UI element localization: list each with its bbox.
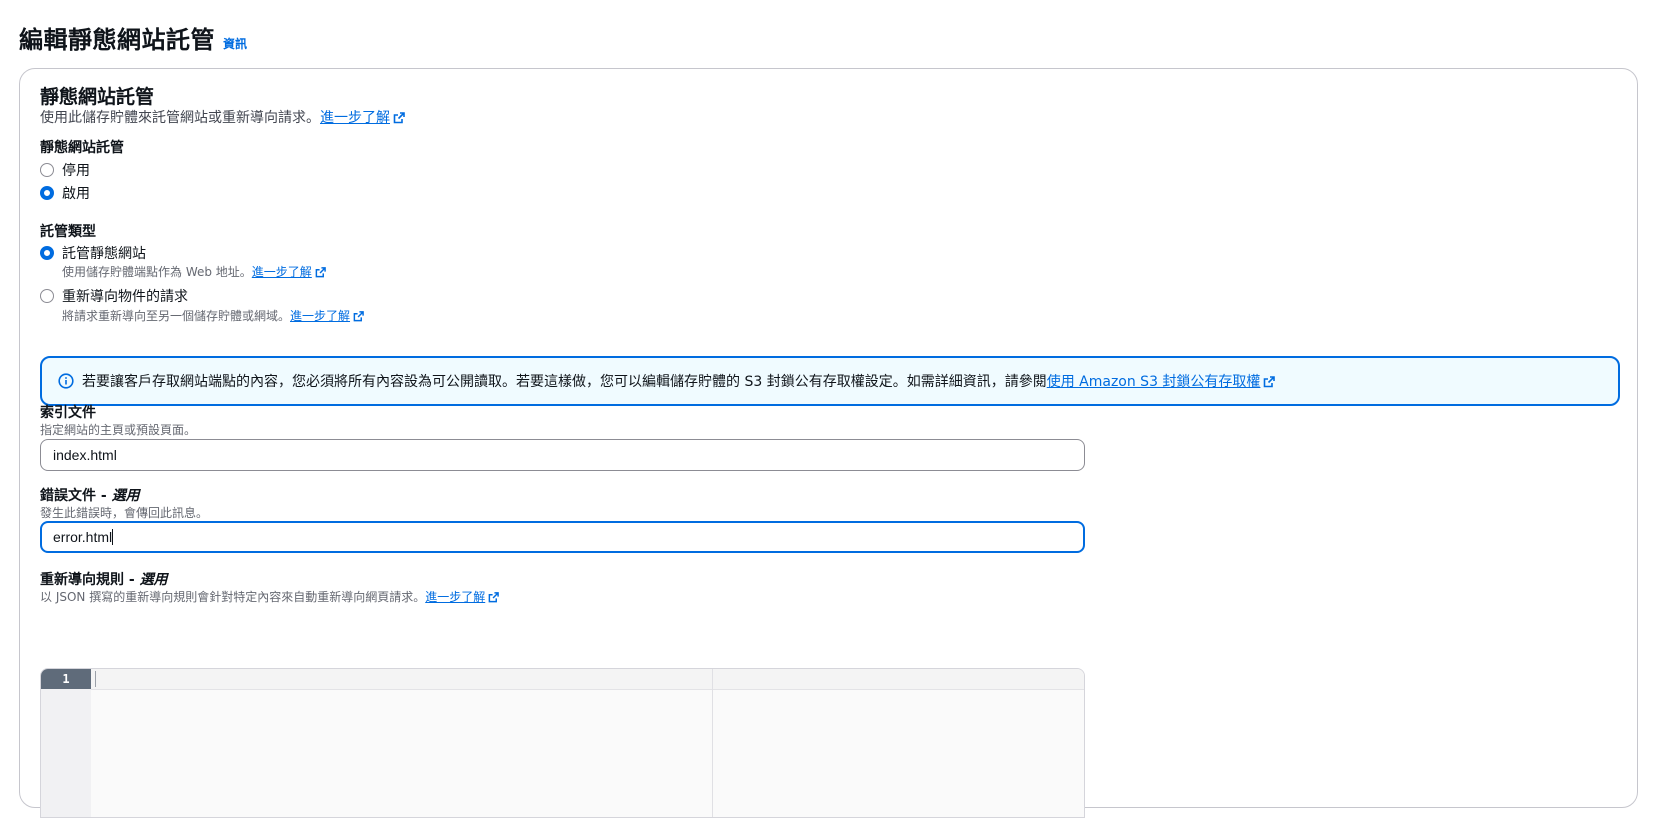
redirect-rules-label: 重新導向規則 - 選用: [40, 572, 168, 588]
editor-print-margin: [712, 669, 713, 817]
radio-redirect[interactable]: 重新導向物件的請求: [40, 286, 188, 306]
host-static-learn-more-label: 進一步了解: [251, 265, 312, 279]
info-circle-icon: [58, 373, 74, 389]
public-access-alert: 若要讓客戶存取網站端點的內容，您必須將所有內容設為可公開讀取。若要這樣做，您可以…: [40, 356, 1620, 406]
external-link-icon: [1264, 376, 1276, 388]
redirect-rules-learn-more-link[interactable]: 進一步了解: [425, 590, 500, 604]
error-document-description: 發生此錯誤時，會傳回此訊息。: [40, 506, 209, 520]
external-link-icon: [488, 592, 500, 603]
block-public-access-label: 使用 Amazon S3 封鎖公有存取權: [1046, 374, 1261, 390]
redirect-rules-description: 以 JSON 撰寫的重新導向規則會針對特定內容來自動重新導向網頁請求。進一步了解: [40, 588, 500, 605]
radio-enable-control[interactable]: [40, 186, 54, 200]
radio-enable-label: 啟用: [62, 186, 90, 202]
hosting-type-label: 託管類型: [40, 224, 96, 240]
host-static-description: 使用儲存貯體端點作為 Web 地址。進一步了解: [62, 263, 326, 280]
section-title: 靜態網站託管: [40, 86, 155, 108]
redirect-rules-description-text: 以 JSON 撰寫的重新導向規則會針對特定內容來自動重新導向網頁請求。: [40, 590, 426, 604]
text-caret: [112, 529, 114, 545]
redirect-learn-more-label: 進一步了解: [290, 309, 351, 323]
host-static-learn-more-link[interactable]: 進一步了解: [252, 265, 326, 279]
page-header: 編輯靜態網站託管 資訊: [19, 20, 247, 55]
radio-redirect-control[interactable]: [40, 289, 54, 303]
index-document-value: index.html: [53, 447, 117, 463]
radio-disable-control[interactable]: [40, 163, 54, 177]
error-document-label-text: 錯誤文件: [40, 488, 96, 504]
radio-host-static-label: 託管靜態網站: [62, 246, 146, 262]
error-document-label: 錯誤文件 - 選用: [40, 488, 140, 504]
learn-more-link[interactable]: 進一步了解: [320, 110, 405, 126]
section-description: 使用此儲存貯體來託管網站或重新導向請求。進一步了解: [40, 107, 405, 127]
info-link[interactable]: 資訊: [223, 35, 247, 52]
block-public-access-link[interactable]: 使用 Amazon S3 封鎖公有存取權: [1047, 371, 1276, 391]
editor-cursor: [95, 671, 96, 687]
radio-redirect-label: 重新導向物件的請求: [62, 289, 188, 305]
learn-more-label: 進一步了解: [320, 110, 390, 126]
index-document-label: 索引文件: [40, 405, 96, 421]
section-description-text: 使用此儲存貯體來託管網站或重新導向請求。: [40, 110, 320, 126]
error-document-optional: 選用: [111, 488, 140, 504]
redirect-learn-more-link[interactable]: 進一步了解: [290, 309, 364, 323]
radio-disable-label: 停用: [62, 163, 90, 179]
radio-disable[interactable]: 停用: [40, 160, 90, 180]
alert-text: 若要讓客戶存取網站端點的內容，您必須將所有內容設為可公開讀取。若要這樣做，您可以…: [82, 374, 1047, 390]
error-document-input[interactable]: error.html: [40, 521, 1085, 553]
index-document-description: 指定網站的主頁或預設頁面。: [40, 423, 197, 437]
external-link-icon: [393, 112, 405, 124]
error-document-value: error.html: [53, 529, 113, 545]
external-link-icon: [315, 267, 326, 278]
host-static-description-text: 使用儲存貯體端點作為 Web 地址。: [62, 265, 252, 279]
redirect-rules-optional: 選用: [139, 572, 168, 588]
hosting-label: 靜態網站託管: [40, 140, 124, 156]
redirect-rules-code-editor[interactable]: 1: [40, 668, 1085, 818]
editor-gutter: [41, 669, 91, 817]
radio-host-static[interactable]: 託管靜態網站: [40, 243, 146, 263]
static-hosting-container: 靜態網站託管 使用此儲存貯體來託管網站或重新導向請求。進一步了解 靜態網站託管 …: [19, 68, 1638, 818]
line-number: 1: [41, 669, 91, 689]
index-document-input[interactable]: index.html: [40, 439, 1085, 471]
redirect-rules-label-text: 重新導向規則: [40, 572, 124, 588]
external-link-icon: [353, 311, 364, 322]
redirect-rules-learn-more-label: 進一步了解: [425, 590, 486, 604]
radio-host-static-control[interactable]: [40, 246, 54, 260]
radio-enable[interactable]: 啟用: [40, 183, 90, 203]
redirect-description-text: 將請求重新導向至另一個儲存貯體或網域。: [62, 309, 291, 323]
redirect-description: 將請求重新導向至另一個儲存貯體或網域。進一步了解: [62, 307, 364, 324]
editor-active-line[interactable]: [91, 669, 1084, 690]
page-title: 編輯靜態網站託管: [19, 26, 215, 54]
